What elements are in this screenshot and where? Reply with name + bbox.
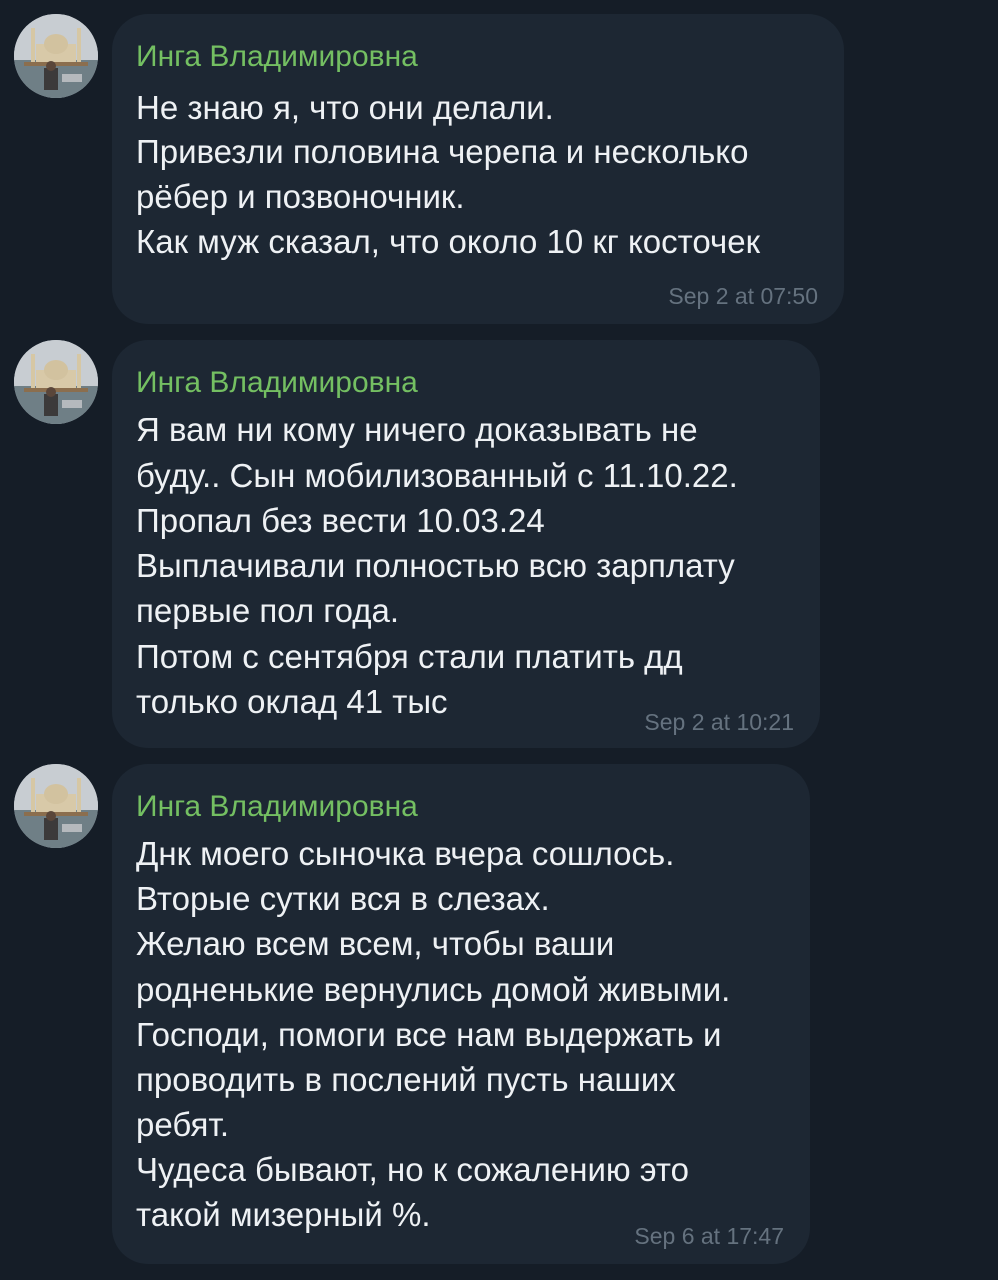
message-text-line: Днк моего сыночка вчера сошлось. [136,835,675,872]
message-text-line: Вторые сутки вся в слезах. [136,880,550,917]
message-text-line: Потом с сентября стали платить дд [136,638,683,675]
message-text-line: такой мизерный %. [136,1196,431,1233]
message-text-line: Не знаю я, что они делали. [136,89,554,126]
sender-avatar-icon[interactable] [14,340,98,424]
sender-avatar-icon[interactable] [14,14,98,98]
message-text-line: Господи, помоги все нам выдержать и [136,1016,722,1053]
message-bubble[interactable]: Инга Владимировна Не знаю я, что они дел… [112,14,844,324]
sender-name[interactable]: Инга Владимировна [136,366,418,400]
message-text-line: буду.. Сын мобилизованный с 11.10.22. [136,457,738,494]
message-text-line: проводить в послений пусть наших [136,1061,676,1098]
sender-name[interactable]: Инга Владимировна [136,40,418,74]
sender-name[interactable]: Инга Владимировна [136,790,418,824]
message-text-line: Выплачивали полностью всю зарплату [136,547,735,584]
message-text-line: только оклад 41 тыс [136,683,448,720]
message-text-line: Привезли половина черепа и несколько [136,133,749,170]
message-text-line: Как муж сказал, что около 10 кг косточек [136,223,761,260]
message-bubble[interactable]: Инга Владимировна Днк моего сыночка вчер… [112,764,810,1264]
message-timestamp: Sep 6 at 17:47 [634,1223,784,1249]
sender-avatar-icon[interactable] [14,764,98,848]
message-timestamp: Sep 2 at 10:21 [644,709,794,735]
message-timestamp: Sep 2 at 07:50 [668,283,818,309]
message-text-line: первые пол года. [136,592,399,629]
message-text-line: родненькие вернулись домой живыми. [136,971,731,1008]
message-text-line: Желаю всем всем, чтобы ваши [136,925,615,962]
message-text-line: Чудеса бывают, но к сожалению это [136,1151,690,1188]
message-text-line: ребят. [136,1106,230,1143]
message-text-line: Я вам ни кому ничего доказывать не [136,411,698,448]
message-bubble[interactable]: Инга Владимировна Я вам ни кому ничего д… [112,340,820,748]
message-text-line: рёбер и позвоночник. [136,178,465,215]
message-text-line: Пропал без вести 10.03.24 [136,502,545,539]
